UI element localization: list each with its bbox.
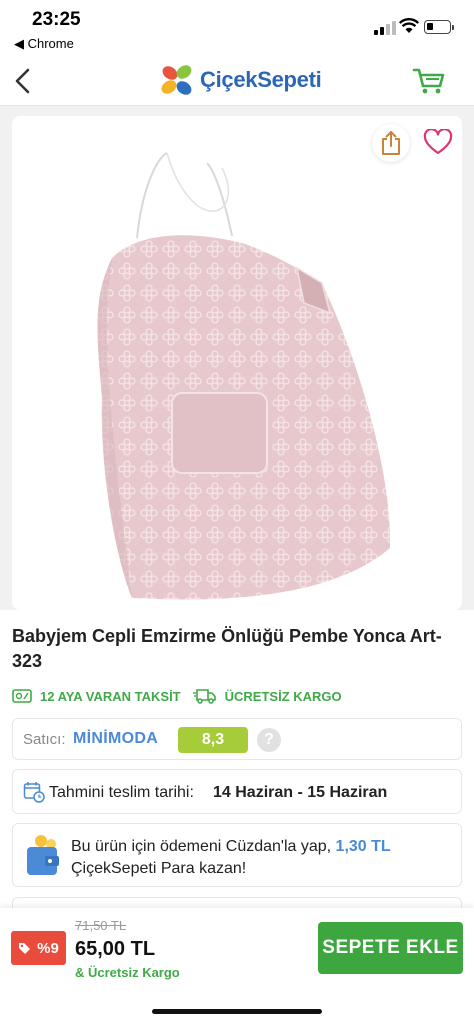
seller-name-link[interactable]: MİNİMODA: [73, 730, 158, 748]
seller-score-badge: 8,3: [178, 727, 248, 753]
free-shipping-text: ÜCRETSİZ KARGO: [224, 688, 342, 704]
discount-percent: %9: [37, 939, 59, 957]
signal-icon: [374, 21, 396, 35]
installment-badge: 12 AYA VARAN TAKSİT: [12, 689, 181, 704]
home-indicator[interactable]: [152, 1009, 322, 1014]
back-to-app-link[interactable]: ◀ Chrome: [14, 36, 74, 52]
favorite-button[interactable]: [418, 122, 458, 162]
chevron-left-icon[interactable]: [10, 66, 36, 96]
delivery-estimate-row: Tahmini teslim tarihi: 14 Haziran - 15 H…: [12, 769, 462, 814]
logo-text: ÇiçekSepeti: [200, 67, 322, 92]
discount-badge: %9: [11, 931, 66, 965]
tag-icon: [19, 942, 31, 954]
battery-icon: [424, 20, 454, 34]
share-button[interactable]: [372, 124, 410, 162]
app-header: ÇiçekSepeti: [0, 56, 474, 106]
old-price: 71,50 TL: [75, 918, 127, 933]
help-icon[interactable]: ?: [257, 728, 281, 752]
wallet-text-before: Bu ürün için ödemeni Cüzdan'la yap,: [71, 838, 336, 855]
add-to-cart-button[interactable]: SEPETE EKLE: [318, 922, 463, 974]
wallet-text-after: ÇiçekSepeti Para kazan!: [71, 860, 247, 877]
cart-icon[interactable]: [412, 66, 446, 96]
delivery-label: Tahmini teslim tarihi:: [49, 784, 194, 801]
wifi-icon: [399, 18, 419, 33]
product-image-card[interactable]: [12, 116, 462, 610]
wallet-amount: 1,30 TL: [335, 838, 391, 855]
truck-icon: [192, 689, 216, 704]
calendar-icon: [23, 782, 45, 803]
product-badges: 12 AYA VARAN TAKSİT ÜCRETSİZ KARGO: [12, 688, 342, 704]
battery-level: [427, 23, 433, 30]
product-image: [97, 152, 391, 600]
heart-icon: [423, 129, 453, 155]
installment-text: 12 AYA VARAN TAKSİT: [40, 688, 181, 704]
wallet-promo-row[interactable]: Bu ürün için ödemeni Cüzdan'la yap, 1,30…: [12, 823, 462, 887]
seller-row[interactable]: Satıcı: MİNİMODA 8,3 ?: [12, 718, 462, 760]
status-bar: 23:25 ◀ Chrome: [0, 0, 474, 56]
free-shipping-badge: ÜCRETSİZ KARGO: [192, 688, 342, 704]
seller-label: Satıcı:: [23, 731, 66, 748]
wallet-promo-text: Bu ürün için ödemeni Cüzdan'la yap, 1,30…: [71, 836, 451, 880]
free-shipping-note: & Ücretsiz Kargo: [75, 965, 180, 980]
flower-logo-icon: [161, 65, 192, 95]
current-price: 65,00 TL: [75, 938, 156, 960]
bottom-purchase-bar: %9 71,50 TL 65,00 TL & Ücretsiz Kargo SE…: [0, 908, 474, 1024]
delivery-dates: 14 Haziran - 15 Haziran: [213, 784, 388, 801]
share-icon: [382, 131, 400, 155]
status-time: 23:25: [32, 9, 81, 30]
credit-card-icon: [12, 689, 32, 703]
product-title: Babyjem Cepli Emzirme Önlüğü Pembe Yonca…: [12, 626, 442, 671]
ciceksepeti-logo[interactable]: ÇiçekSepeti: [158, 62, 322, 98]
wallet-icon: [27, 835, 59, 875]
